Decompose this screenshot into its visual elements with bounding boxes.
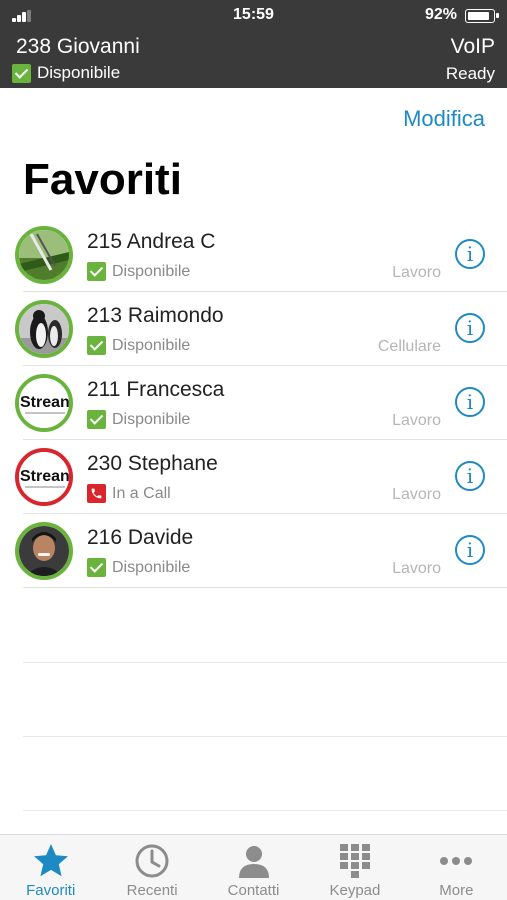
favorite-row[interactable]: 215 Andrea C Disponibile Lavoro i <box>0 218 507 292</box>
contact-status: Disponibile <box>87 336 190 355</box>
more-icon <box>440 857 473 865</box>
contact-status: In a Call <box>87 484 171 503</box>
battery-fill <box>468 12 490 20</box>
voip-status: Ready <box>445 64 495 83</box>
voip-title: VoIP <box>450 35 495 58</box>
number-type: Lavoro <box>392 486 441 503</box>
contact-status: Disponibile <box>87 262 190 281</box>
status-bar: 15:59 92% <box>0 0 507 30</box>
tab-contatti[interactable]: Contatti <box>203 835 304 900</box>
divider <box>23 736 507 737</box>
tab-recenti[interactable]: Recenti <box>101 835 202 900</box>
tab-label: Favoriti <box>26 882 76 899</box>
contact-status-label: In a Call <box>112 484 171 502</box>
favorites-list: 215 Andrea C Disponibile Lavoro i 213 Ra… <box>0 218 507 588</box>
avatar <box>15 226 73 284</box>
user-name: 238 Giovanni <box>16 35 140 58</box>
number-type: Lavoro <box>392 560 441 577</box>
stream-logo-avatar: Strean <box>19 378 69 428</box>
tab-bar: Favoriti Recenti Contatti Keypad More <box>0 834 507 900</box>
battery-percent: 92% <box>424 6 457 23</box>
edit-button[interactable]: Modifica <box>403 106 485 132</box>
tab-more[interactable]: More <box>406 835 507 900</box>
contact-name: 213 Raimondo <box>87 304 224 327</box>
avatar-logo-text: Strean <box>20 394 69 411</box>
info-icon[interactable]: i <box>455 535 485 565</box>
tab-label: Contatti <box>227 882 280 899</box>
contact-status-label: Disponibile <box>112 336 191 354</box>
divider <box>23 662 507 663</box>
checkmark-icon <box>87 262 106 281</box>
avatar <box>15 522 73 580</box>
divider <box>23 810 507 811</box>
battery-icon <box>465 9 499 23</box>
contact-name: 230 Stephane <box>87 452 218 475</box>
checkmark-icon <box>12 63 31 83</box>
info-icon[interactable]: i <box>455 461 485 491</box>
favorite-row[interactable]: 213 Raimondo Disponibile Cellulare i <box>0 292 507 366</box>
star-icon <box>33 844 68 877</box>
user-presence[interactable]: Disponibile <box>12 63 120 83</box>
account-header: 238 Giovanni Disponibile VoIP Ready <box>0 30 507 88</box>
contact-name: 215 Andrea C <box>87 230 216 253</box>
clock-icon <box>135 844 169 878</box>
phone-icon <box>87 484 106 503</box>
person-icon <box>238 846 269 878</box>
checkmark-icon <box>87 410 106 429</box>
favorite-row[interactable]: Strean 230 Stephane In a Call Lavoro i <box>0 440 507 514</box>
contact-name: 216 Davide <box>87 526 194 549</box>
number-type: Lavoro <box>392 412 441 429</box>
tab-label: Recenti <box>126 882 178 899</box>
info-icon[interactable]: i <box>455 239 485 269</box>
stream-logo-avatar: Strean <box>19 452 69 502</box>
tab-keypad[interactable]: Keypad <box>304 835 405 900</box>
number-type: Cellulare <box>377 338 441 355</box>
user-status-label: Disponibile <box>37 63 121 82</box>
avatar: Strean <box>15 374 73 432</box>
tab-favoriti[interactable]: Favoriti <box>0 835 101 900</box>
contact-status-label: Disponibile <box>112 262 191 280</box>
tab-label: Keypad <box>329 882 381 899</box>
avatar-logo-text: Strean <box>20 468 69 485</box>
page-title: Favoriti <box>23 155 182 204</box>
golf-photo-avatar <box>19 230 69 280</box>
info-icon[interactable]: i <box>455 313 485 343</box>
contact-status: Disponibile <box>87 410 190 429</box>
contact-name: 211 Francesca <box>87 378 225 401</box>
contact-status-label: Disponibile <box>112 410 191 428</box>
avatar <box>15 300 73 358</box>
number-type: Lavoro <box>392 264 441 281</box>
favorite-row[interactable]: Strean 211 Francesca Disponibile Lavoro … <box>0 366 507 440</box>
person-photo-avatar <box>19 526 69 576</box>
info-icon[interactable]: i <box>455 387 485 417</box>
contact-status-label: Disponibile <box>112 558 191 576</box>
tab-label: More <box>439 882 474 899</box>
keypad-icon <box>339 844 370 878</box>
checkmark-icon <box>87 558 106 577</box>
avatar: Strean <box>15 448 73 506</box>
penguin-photo-avatar <box>19 304 69 354</box>
contact-status: Disponibile <box>87 558 190 577</box>
favorite-row[interactable]: 216 Davide Disponibile Lavoro i <box>0 514 507 588</box>
checkmark-icon <box>87 336 106 355</box>
